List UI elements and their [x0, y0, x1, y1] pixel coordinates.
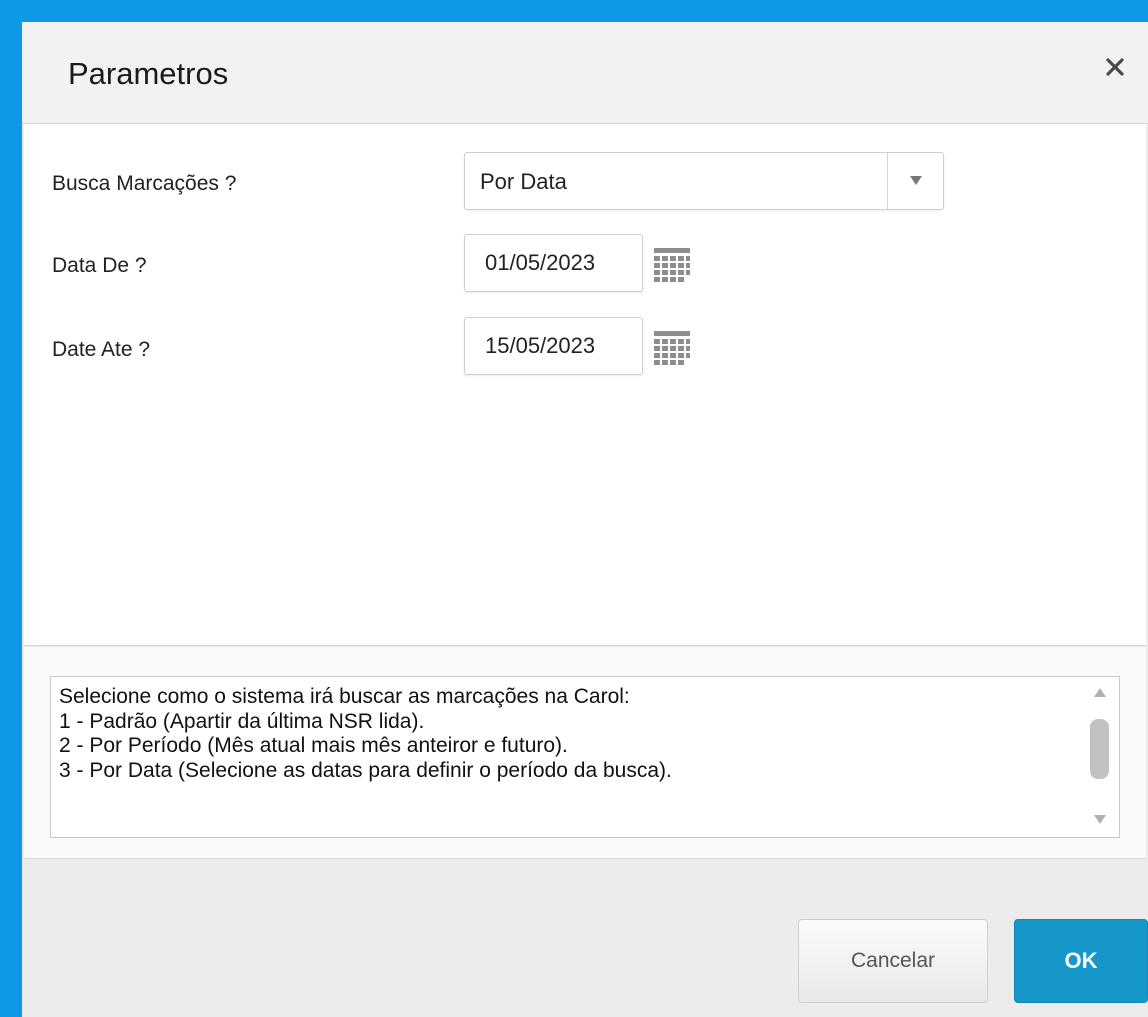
- help-section: Selecione como o sistema irá buscar as m…: [24, 647, 1146, 859]
- close-icon[interactable]: [1100, 52, 1130, 82]
- help-line: 3 - Por Data (Selecione as datas para de…: [59, 758, 672, 782]
- calendar-icon[interactable]: [654, 331, 690, 365]
- dialog-title: Parametros: [68, 56, 229, 91]
- date-ate-input[interactable]: 15/05/2023: [464, 317, 643, 375]
- help-text: Selecione como o sistema irá buscar as m…: [59, 685, 1079, 783]
- chevron-down-icon: [910, 176, 922, 185]
- dialog-footer: Cancelar OK: [22, 860, 1148, 1017]
- help-line: 1 - Padrão (Apartir da última NSR lida).: [59, 709, 425, 733]
- scrollbar-thumb[interactable]: [1090, 719, 1109, 779]
- dialog-header: Parametros: [22, 22, 1148, 124]
- label-date-ate: Date Ate ?: [52, 338, 151, 361]
- data-de-input[interactable]: 01/05/2023: [464, 234, 643, 292]
- label-data-de: Data De ?: [52, 254, 147, 277]
- cancel-button[interactable]: Cancelar: [798, 919, 988, 1003]
- scroll-down-icon[interactable]: [1094, 815, 1106, 824]
- select-arrow-box[interactable]: [887, 153, 943, 209]
- help-textarea[interactable]: Selecione como o sistema irá buscar as m…: [50, 676, 1120, 838]
- parameters-panel: Busca Marcações ? Por Data Data De ? 01/…: [24, 124, 1146, 646]
- label-busca-marcacoes: Busca Marcações ?: [52, 172, 237, 195]
- parametros-dialog: Parametros Busca Marcações ? Por Data Da…: [22, 22, 1148, 1017]
- select-value: Por Data: [480, 169, 567, 194]
- help-line: 2 - Por Período (Mês atual mais mês ante…: [59, 734, 568, 757]
- scroll-up-icon[interactable]: [1094, 688, 1106, 697]
- help-line: Selecione como o sistema irá buscar as m…: [59, 685, 630, 708]
- ok-button[interactable]: OK: [1014, 919, 1148, 1003]
- busca-marcacoes-select[interactable]: Por Data: [464, 152, 944, 210]
- calendar-icon[interactable]: [654, 248, 690, 282]
